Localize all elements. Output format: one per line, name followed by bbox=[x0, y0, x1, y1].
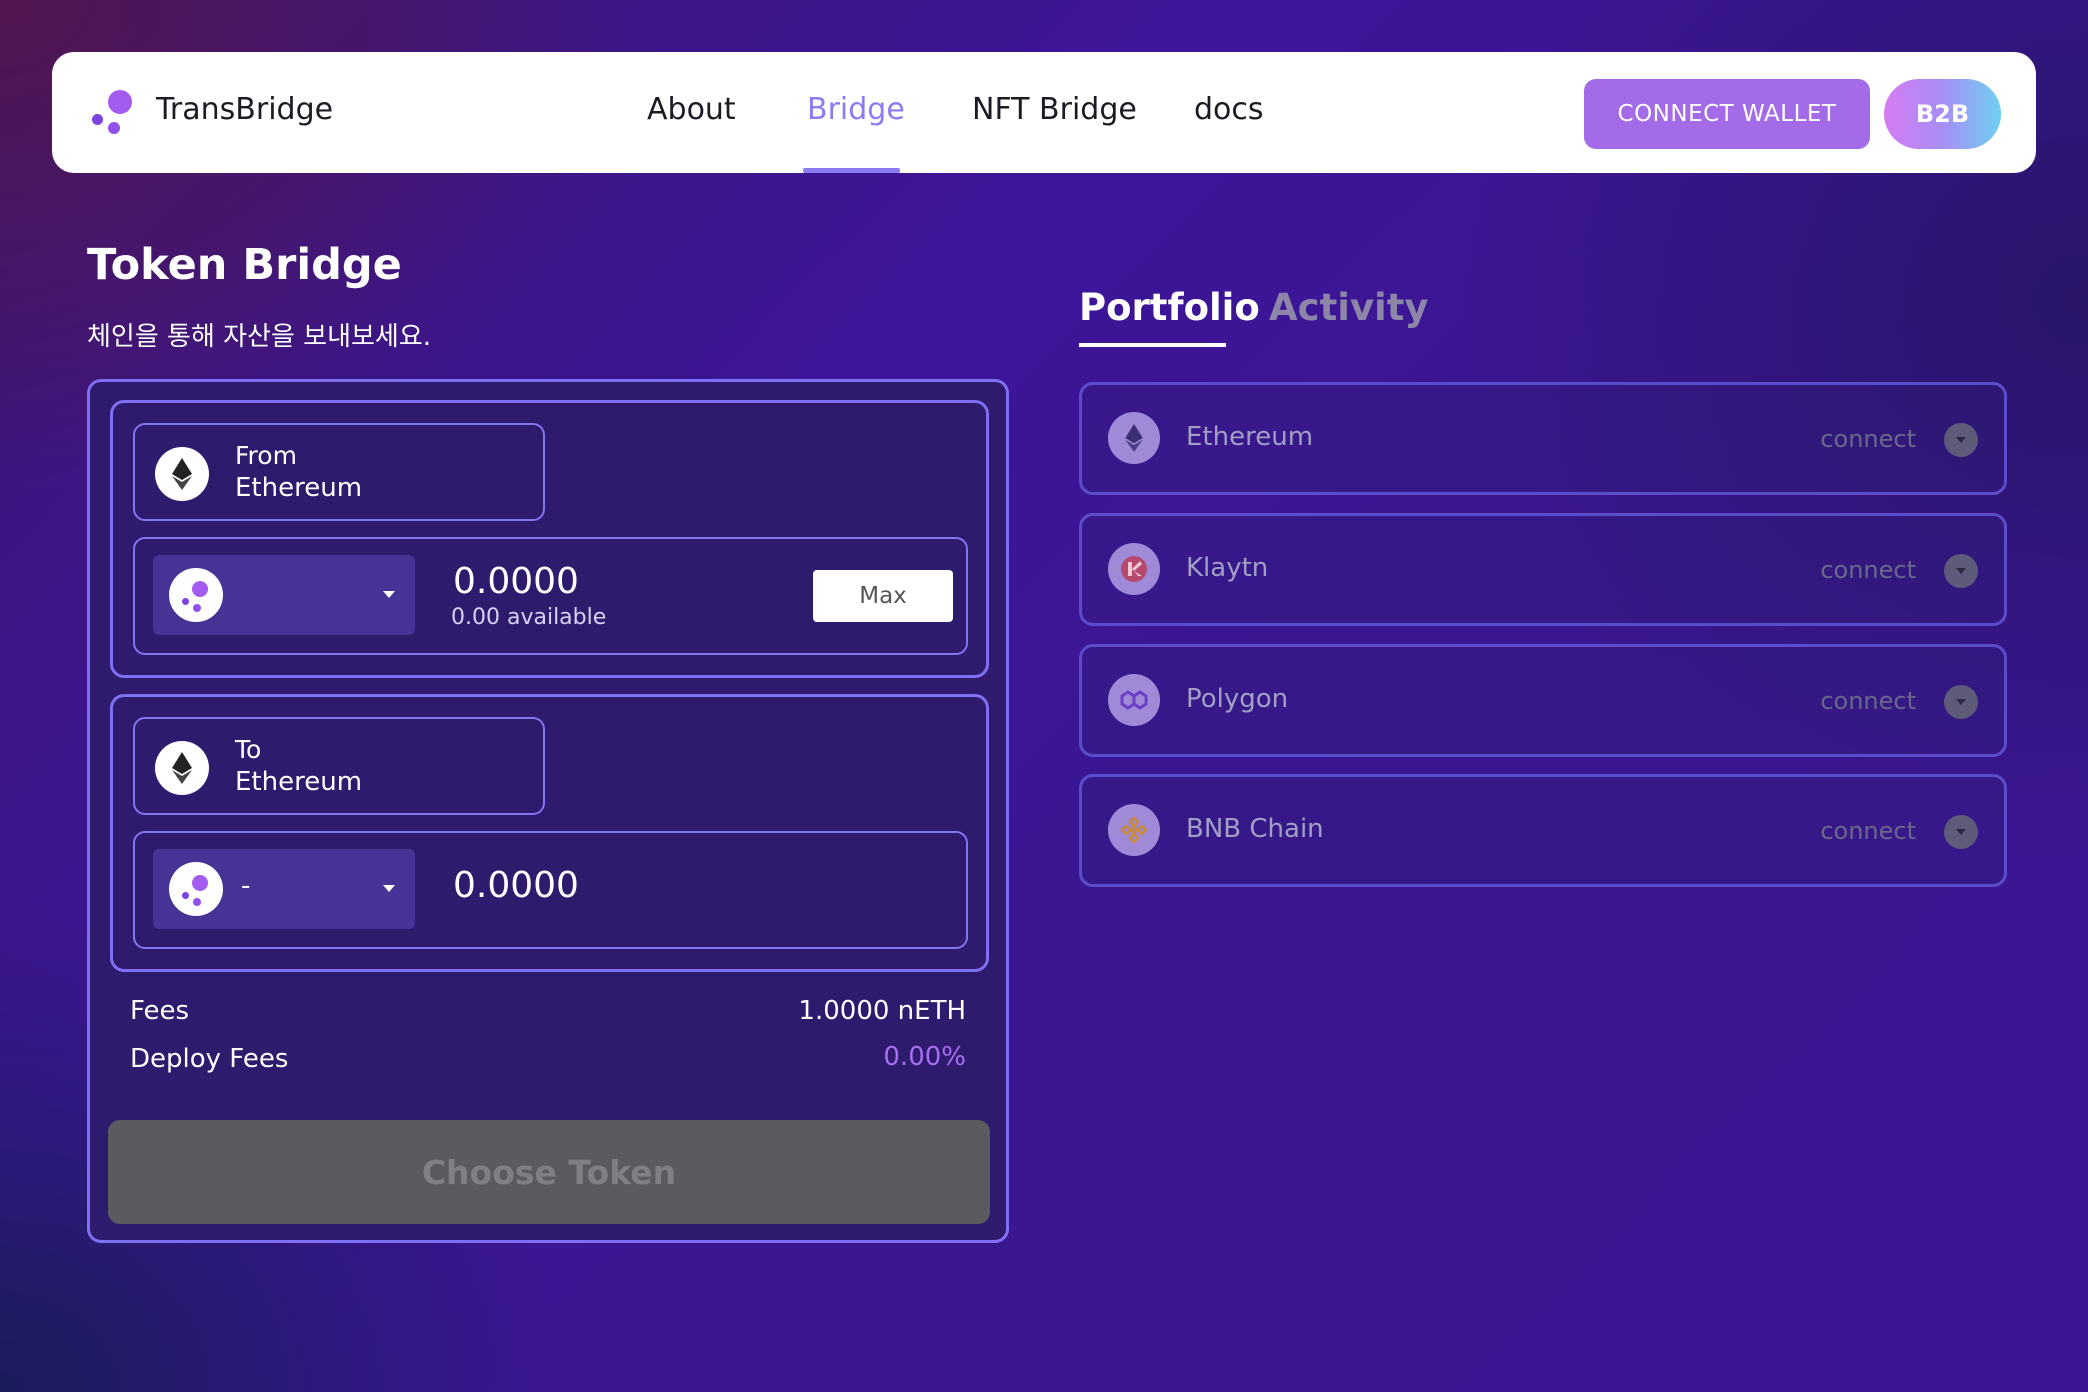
to-amount-row: - 0.0000 bbox=[133, 831, 968, 949]
brand-name[interactable]: TransBridge bbox=[156, 92, 333, 127]
network-name: Polygon bbox=[1186, 684, 1289, 714]
nav-about[interactable]: About bbox=[647, 92, 736, 127]
from-label: From bbox=[235, 441, 297, 470]
token-icon bbox=[169, 568, 223, 622]
transbridge-logo-icon[interactable] bbox=[92, 90, 136, 134]
chevron-down-icon bbox=[383, 885, 395, 892]
b2b-button[interactable]: B2B bbox=[1884, 79, 2001, 149]
fees-value: 1.0000 nETH bbox=[798, 996, 966, 1026]
to-label: To bbox=[235, 735, 262, 764]
tab-portfolio[interactable]: Portfolio bbox=[1079, 286, 1260, 329]
from-panel: From Ethereum 0.0000 0.00 available Max bbox=[110, 400, 989, 678]
token-icon bbox=[169, 862, 223, 916]
network-name: Ethereum bbox=[1186, 422, 1314, 452]
available-balance: 0.00 available bbox=[451, 605, 607, 630]
to-chain-selector[interactable]: To Ethereum bbox=[133, 717, 545, 815]
nav-nft-bridge[interactable]: NFT Bridge bbox=[972, 92, 1137, 127]
connect-link[interactable]: connect bbox=[1820, 817, 1916, 845]
active-tab-indicator bbox=[1079, 343, 1226, 347]
to-token-name: - bbox=[241, 871, 251, 901]
from-chain-selector[interactable]: From Ethereum bbox=[133, 423, 545, 521]
connect-wallet-button[interactable]: CONNECT WALLET bbox=[1584, 79, 1870, 149]
bnb-icon bbox=[1108, 804, 1160, 856]
network-name: Klaytn bbox=[1186, 553, 1269, 583]
klaytn-icon bbox=[1108, 543, 1160, 595]
from-amount-row: 0.0000 0.00 available Max bbox=[133, 537, 968, 655]
nav-bridge[interactable]: Bridge bbox=[807, 92, 905, 127]
nav-docs[interactable]: docs bbox=[1194, 92, 1264, 127]
to-token-dropdown[interactable]: - bbox=[153, 849, 415, 929]
ethereum-icon bbox=[155, 447, 209, 501]
chevron-down-icon[interactable] bbox=[1944, 423, 1978, 457]
polygon-icon bbox=[1108, 674, 1160, 726]
bridge-card: From Ethereum 0.0000 0.00 available Max bbox=[87, 379, 1009, 1243]
from-chain-name: Ethereum bbox=[235, 473, 363, 503]
chevron-down-icon[interactable] bbox=[1944, 554, 1978, 588]
network-row-ethereum[interactable]: Ethereum connect bbox=[1079, 382, 2007, 495]
active-nav-indicator bbox=[803, 168, 900, 173]
chevron-down-icon bbox=[383, 591, 395, 598]
ethereum-icon bbox=[155, 741, 209, 795]
to-panel: To Ethereum - 0.0000 bbox=[110, 694, 989, 972]
tab-activity[interactable]: Activity bbox=[1269, 286, 1429, 329]
fees-label: Fees bbox=[130, 996, 190, 1026]
chevron-down-icon[interactable] bbox=[1944, 685, 1978, 719]
max-button[interactable]: Max bbox=[813, 570, 953, 622]
connect-link[interactable]: connect bbox=[1820, 425, 1916, 453]
connect-link[interactable]: connect bbox=[1820, 687, 1916, 715]
network-row-bnb[interactable]: BNB Chain connect bbox=[1079, 774, 2007, 887]
to-amount-value: 0.0000 bbox=[453, 865, 579, 906]
top-navbar: TransBridge About Bridge NFT Bridge docs… bbox=[52, 52, 2036, 173]
from-amount-input[interactable]: 0.0000 bbox=[453, 561, 579, 602]
to-chain-name: Ethereum bbox=[235, 767, 363, 797]
page-subtitle: 체인을 통해 자산을 보내보세요. bbox=[87, 322, 432, 352]
deploy-fees-label: Deploy Fees bbox=[130, 1044, 289, 1074]
from-token-dropdown[interactable] bbox=[153, 555, 415, 635]
choose-token-button[interactable]: Choose Token bbox=[108, 1120, 990, 1224]
chevron-down-icon[interactable] bbox=[1944, 815, 1978, 849]
deploy-fees-value: 0.00% bbox=[883, 1042, 966, 1072]
network-row-klaytn[interactable]: Klaytn connect bbox=[1079, 513, 2007, 626]
ethereum-icon bbox=[1108, 412, 1160, 464]
network-name: BNB Chain bbox=[1186, 814, 1324, 844]
connect-link[interactable]: connect bbox=[1820, 556, 1916, 584]
network-row-polygon[interactable]: Polygon connect bbox=[1079, 644, 2007, 757]
page-title: Token Bridge bbox=[87, 240, 402, 290]
